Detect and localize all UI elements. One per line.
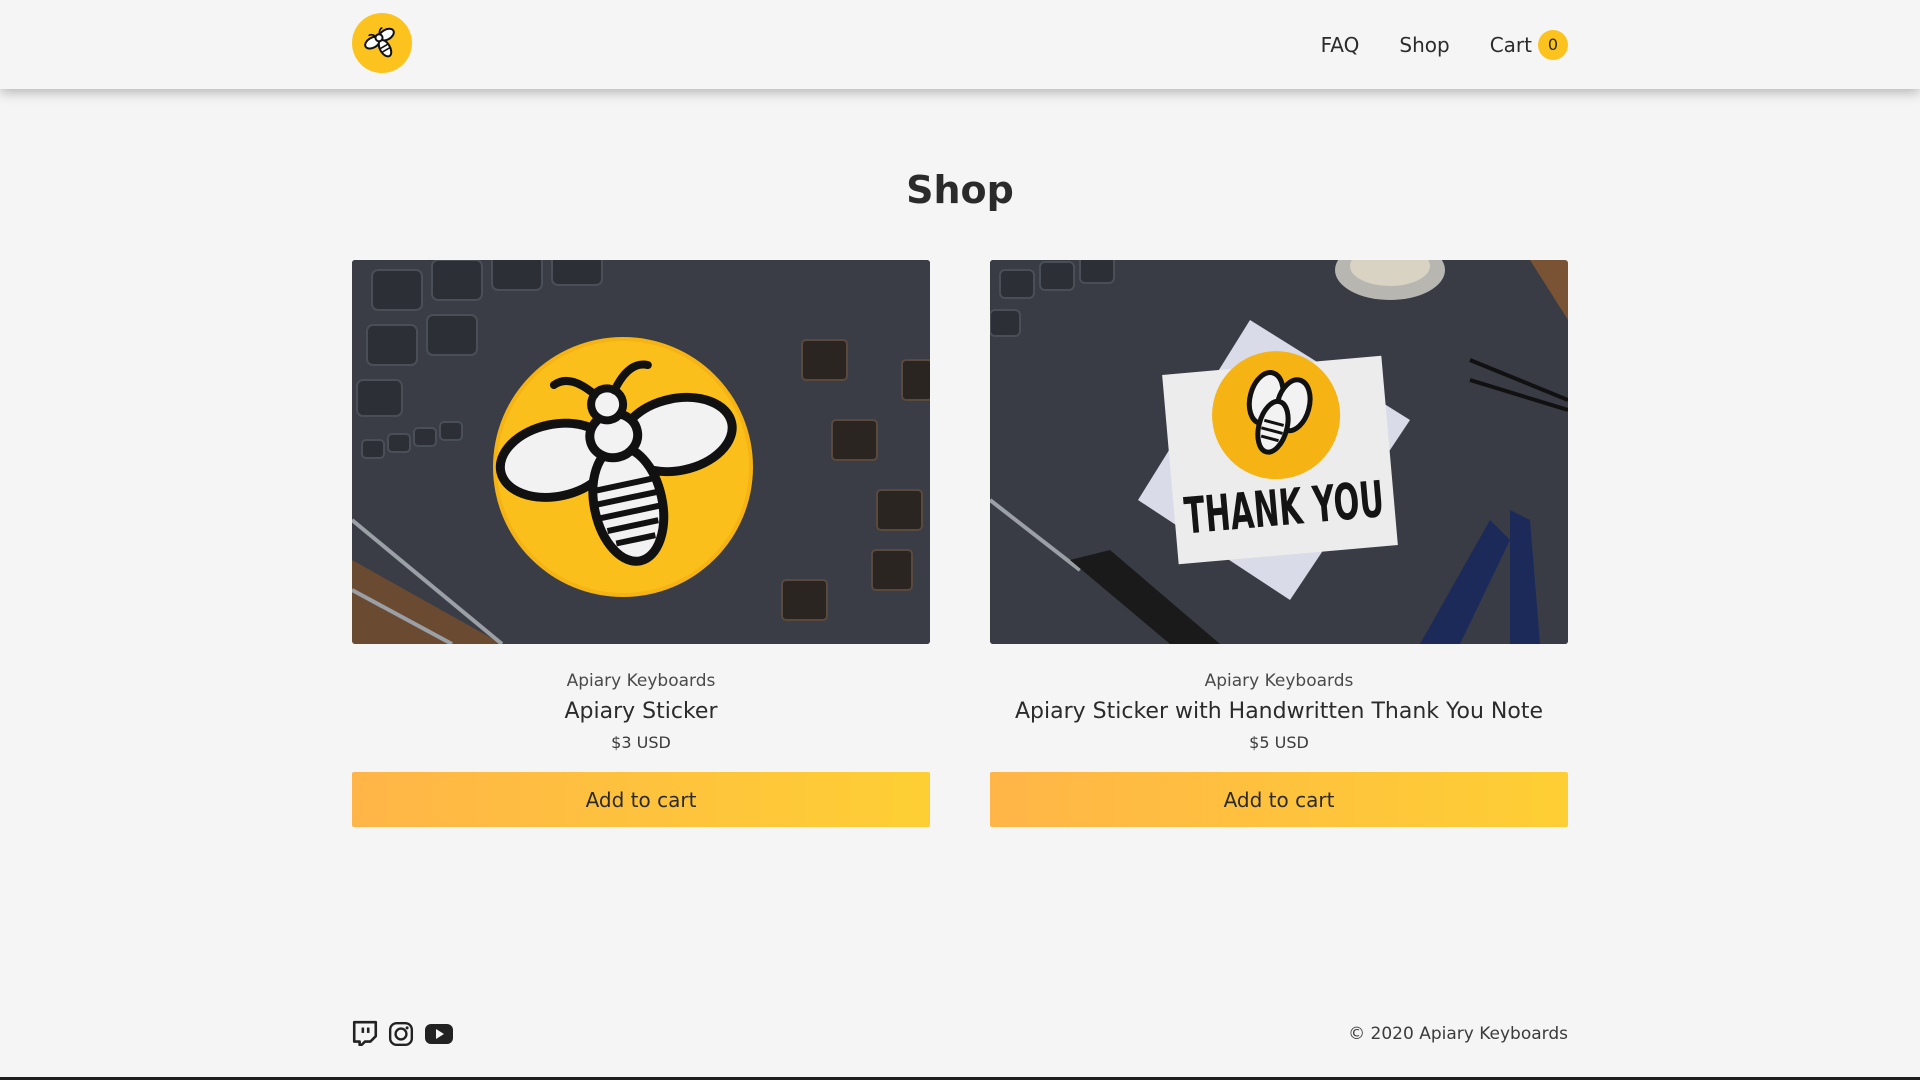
product-vendor: Apiary Keyboards xyxy=(566,671,716,691)
product-vendor: Apiary Keyboards xyxy=(1204,671,1354,691)
product-card: Apiary Keyboards Apiary Sticker $3 USD A… xyxy=(352,260,930,827)
product-title[interactable]: Apiary Sticker xyxy=(352,699,930,724)
product-title[interactable]: Apiary Sticker with Handwritten Thank Yo… xyxy=(990,699,1568,724)
product-price: $5 USD xyxy=(1249,733,1309,752)
social-links xyxy=(352,1020,464,1048)
product-image-sticker[interactable] xyxy=(352,260,930,644)
product-card: THANK YOU Apiary Keyboards Apiary Sticke… xyxy=(990,260,1568,827)
instagram-icon[interactable] xyxy=(388,1021,414,1047)
cart-count-badge: 0 xyxy=(1538,29,1568,60)
site-header: FAQ Shop Cart 0 xyxy=(0,0,1920,89)
cart-label: Cart xyxy=(1489,32,1532,57)
page-title: Shop xyxy=(906,168,1014,212)
nav-cart-link[interactable]: Cart 0 xyxy=(1489,29,1568,60)
copyright-text: © 2020 Apiary Keyboards xyxy=(1348,1024,1568,1044)
add-to-cart-button[interactable]: Add to cart xyxy=(352,772,930,827)
youtube-icon[interactable] xyxy=(424,1022,454,1046)
bee-logo-icon[interactable] xyxy=(352,13,412,73)
product-image-thank-you[interactable]: THANK YOU xyxy=(990,260,1568,644)
nav-faq-link[interactable]: FAQ xyxy=(1321,33,1360,57)
main-nav: FAQ Shop Cart 0 xyxy=(1281,0,1568,89)
nav-shop-link[interactable]: Shop xyxy=(1399,33,1449,57)
product-price: $3 USD xyxy=(611,733,671,752)
twitch-icon[interactable] xyxy=(352,1020,378,1048)
add-to-cart-button[interactable]: Add to cart xyxy=(990,772,1568,827)
